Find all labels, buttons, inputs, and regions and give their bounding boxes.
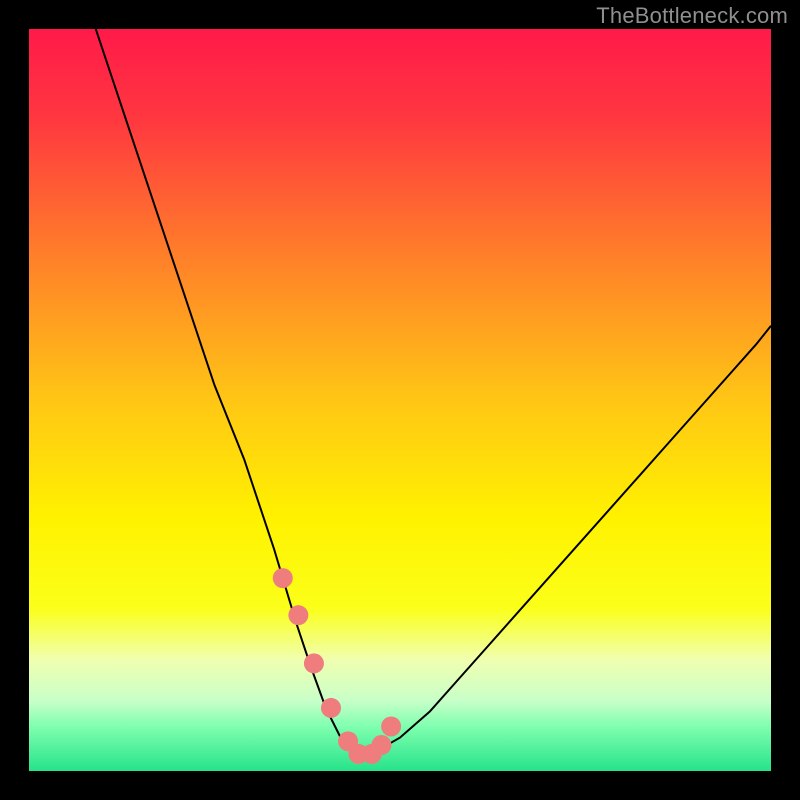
watermark-text: TheBottleneck.com xyxy=(596,3,788,29)
bottom-marker xyxy=(304,653,324,673)
bottom-marker xyxy=(381,716,401,736)
chart-frame: TheBottleneck.com xyxy=(0,0,800,800)
chart-plot-area xyxy=(29,29,771,771)
bottom-marker xyxy=(371,735,391,755)
bottom-marker xyxy=(288,605,308,625)
bottom-marker xyxy=(273,568,293,588)
bottom-marker xyxy=(321,698,341,718)
chart-background-gradient xyxy=(29,29,771,771)
chart-svg xyxy=(29,29,771,771)
